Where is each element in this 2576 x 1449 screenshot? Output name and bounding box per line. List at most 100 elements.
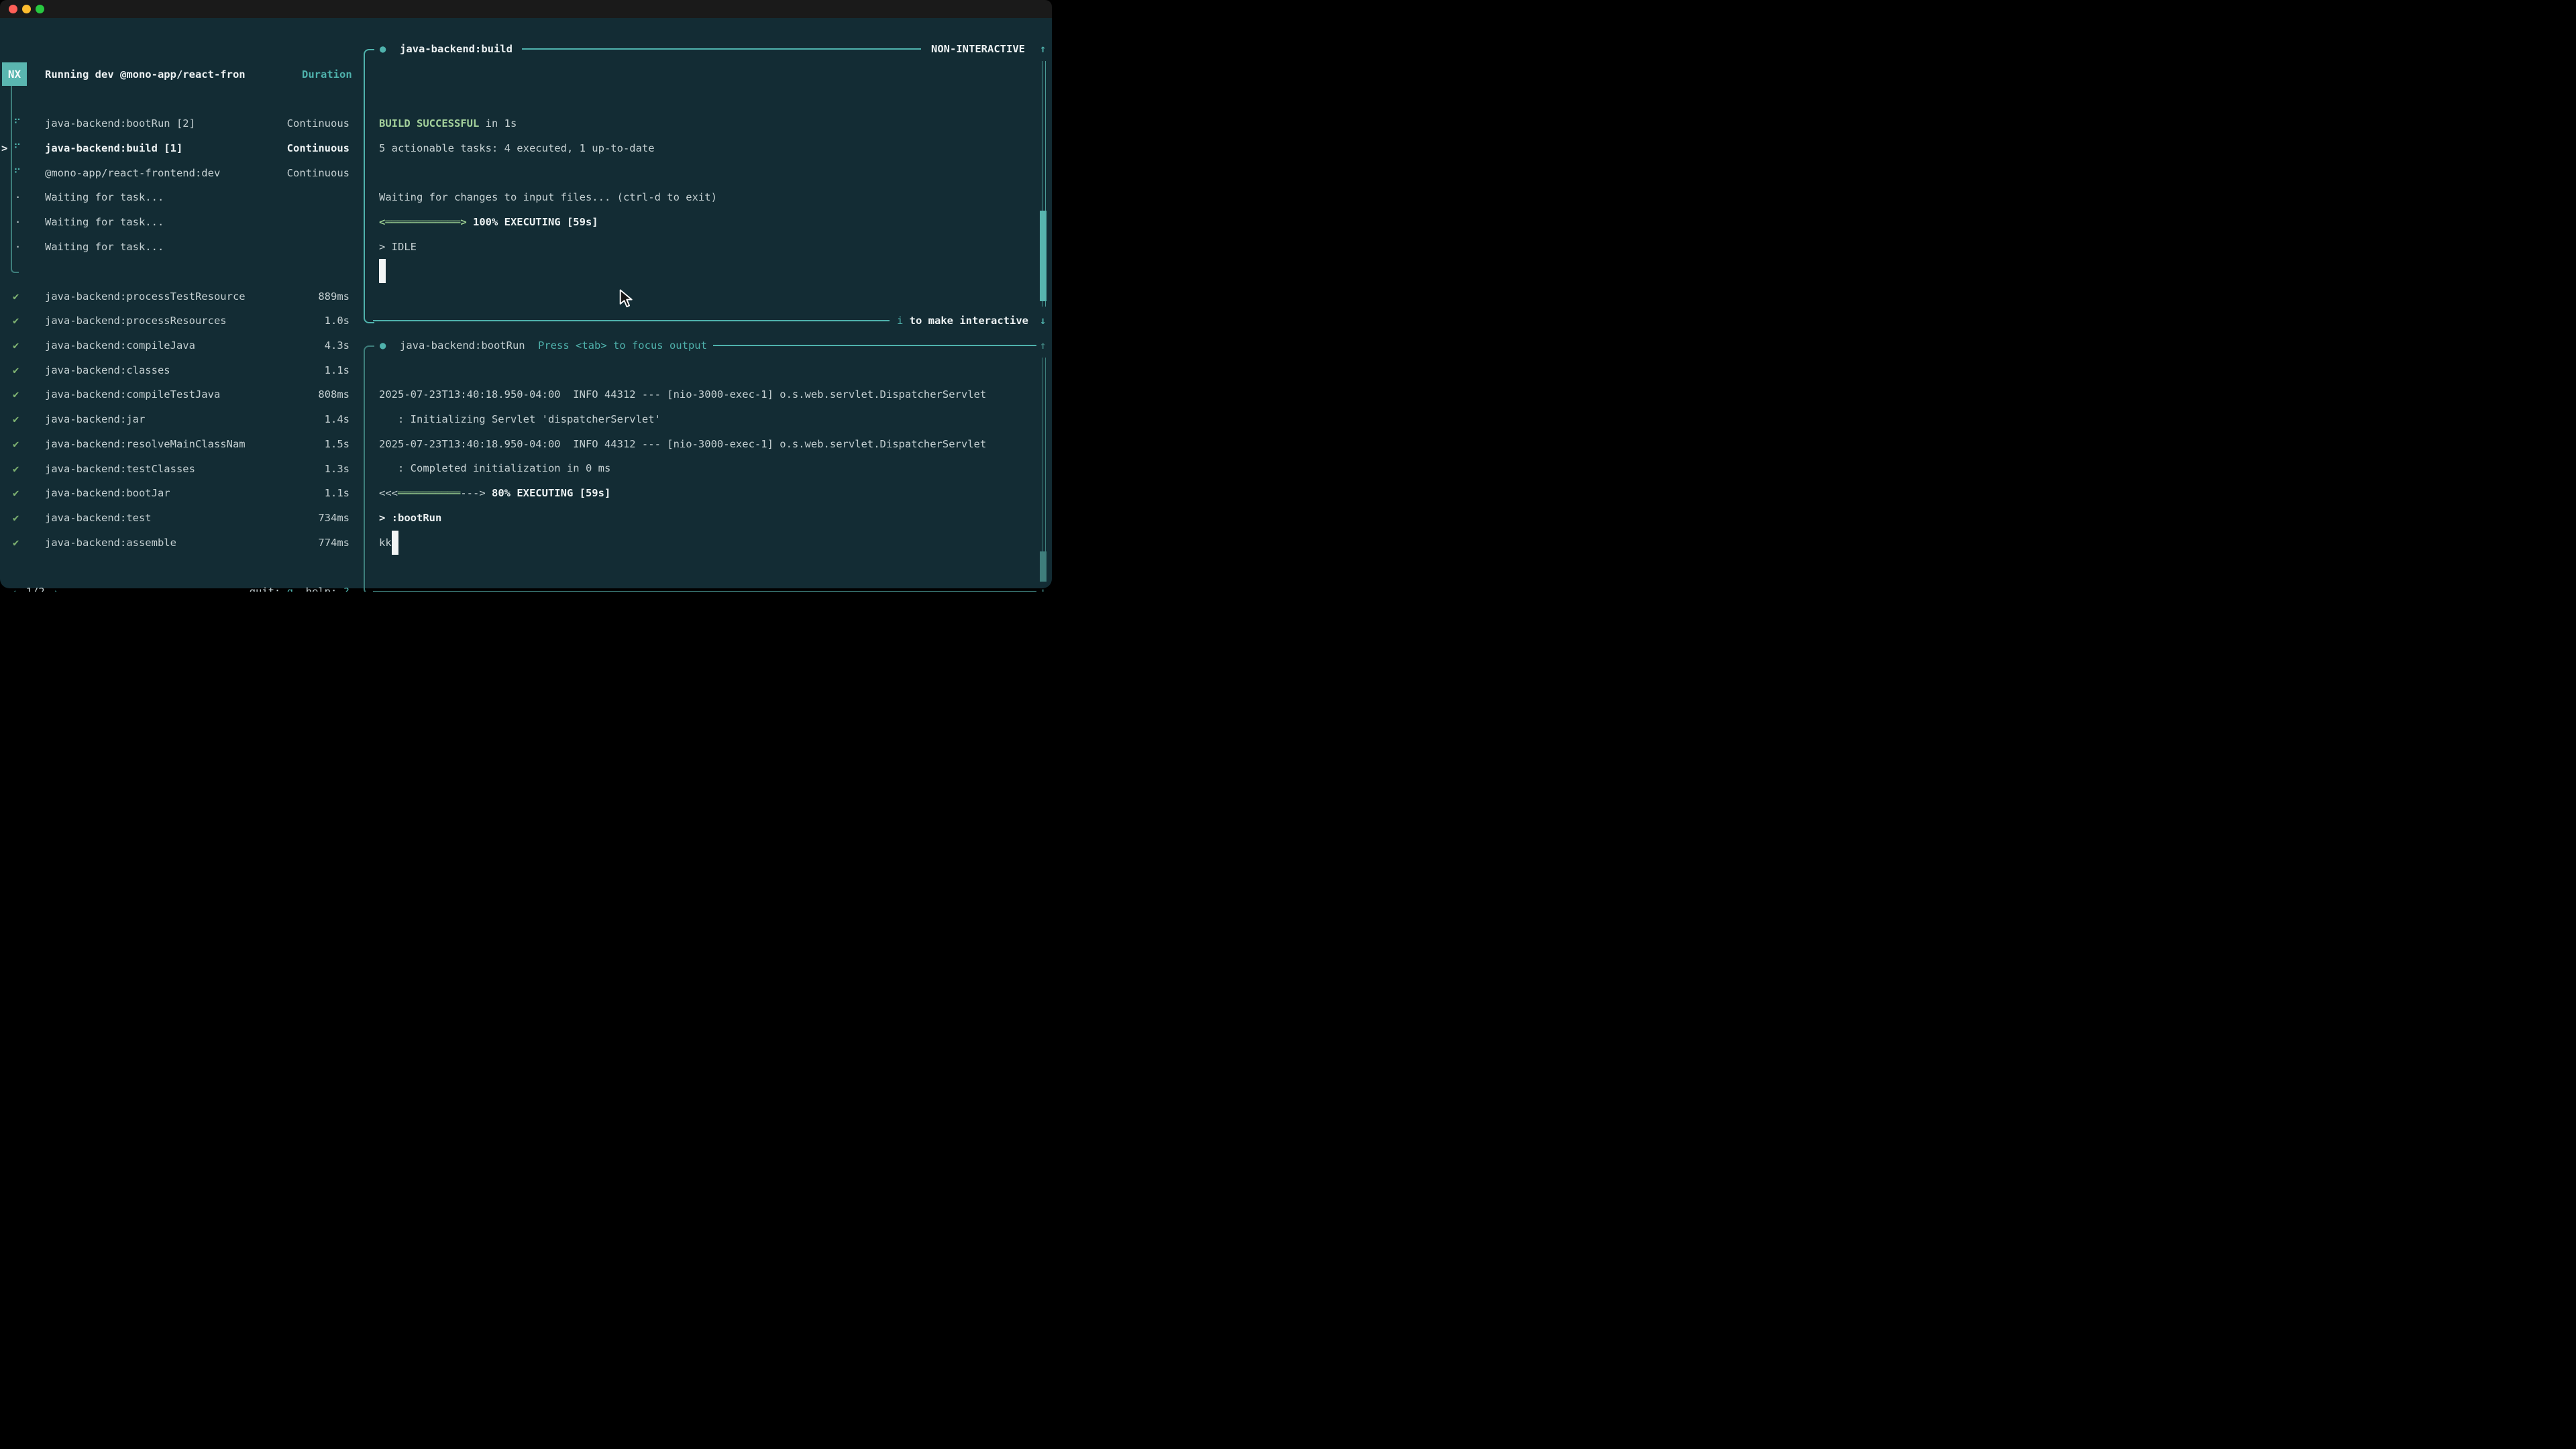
help-bar: quit: q help: ? bbox=[250, 580, 350, 592]
task-row[interactable]: java-backend:resolveMainClassNam bbox=[45, 432, 246, 457]
task-duration: 734ms bbox=[318, 506, 350, 531]
task-duration: 1.4s bbox=[325, 407, 350, 432]
progress-suffix: ---> bbox=[460, 487, 485, 499]
zoom-button[interactable] bbox=[36, 5, 44, 13]
running-dot-icon: ● bbox=[380, 333, 386, 358]
duration-column-header: Duration bbox=[302, 62, 352, 87]
check-icon: ✔ bbox=[13, 284, 19, 309]
bullet-icon: · bbox=[15, 210, 21, 235]
nx-logo: NX bbox=[2, 62, 27, 86]
progress-label: 80% EXECUTING [59s] bbox=[486, 487, 611, 499]
waiting-task-row: Waiting for task... bbox=[45, 235, 164, 260]
prev-page-arrow-icon[interactable]: ← bbox=[13, 586, 19, 592]
build-scrollbar-thumb[interactable] bbox=[1040, 211, 1046, 301]
scroll-up-icon[interactable]: ↑ bbox=[1040, 333, 1046, 358]
next-page-arrow-icon[interactable]: → bbox=[51, 586, 57, 592]
build-tasks-summary: 5 actionable tasks: 4 executed, 1 up-to-… bbox=[379, 136, 655, 161]
build-waiting-line: Waiting for changes to input files... (c… bbox=[379, 185, 717, 210]
task-status: Continuous bbox=[287, 111, 350, 136]
bootrun-scrollbar-track[interactable] bbox=[1042, 358, 1046, 582]
check-icon: ✔ bbox=[13, 358, 19, 383]
task-duration: 774ms bbox=[318, 531, 350, 555]
check-icon: ✔ bbox=[13, 333, 19, 358]
scroll-down-icon[interactable]: ↓ bbox=[1040, 309, 1046, 333]
task-duration: 1.1s bbox=[325, 481, 350, 506]
bootrun-prompt-line: > :bootRun bbox=[379, 506, 441, 531]
log-line: 2025-07-23T13:40:18.950-04:00 INFO 44312… bbox=[379, 432, 986, 457]
running-dot-icon: ● bbox=[380, 37, 386, 62]
help-label: help: bbox=[306, 586, 337, 592]
terminal-body: NX Running dev @mono-app/react-fron Dura… bbox=[0, 18, 1052, 588]
progress-label: 100% EXECUTING [59s] bbox=[467, 216, 598, 228]
waiting-task-row: Waiting for task... bbox=[45, 185, 164, 210]
task-row-build-selected[interactable]: java-backend:build [1] bbox=[45, 136, 182, 161]
bootrun-panel-bottom-line bbox=[373, 591, 1036, 592]
check-icon: ✔ bbox=[13, 506, 19, 531]
progress-bar: <════════════> bbox=[379, 216, 467, 228]
quit-key: q bbox=[287, 586, 293, 592]
task-row[interactable]: java-backend:compileTestJava bbox=[45, 382, 220, 407]
task-duration: 1.5s bbox=[325, 432, 350, 457]
pagination: ← 1/2 → bbox=[13, 580, 57, 592]
check-icon: ✔ bbox=[13, 457, 19, 482]
minimize-button[interactable] bbox=[22, 5, 31, 13]
bootrun-panel-border bbox=[364, 345, 374, 592]
build-panel-border bbox=[364, 49, 374, 323]
task-row-bootrun[interactable]: java-backend:bootRun [2] bbox=[45, 111, 195, 136]
check-icon: ✔ bbox=[13, 531, 19, 555]
log-line: : Initializing Servlet 'dispatcherServle… bbox=[379, 407, 661, 432]
task-row[interactable]: java-backend:compileJava bbox=[45, 333, 195, 358]
check-icon: ✔ bbox=[13, 309, 19, 333]
interactive-hint-text: to make interactive bbox=[903, 315, 1028, 327]
build-panel-header-line bbox=[522, 48, 921, 50]
focus-output-hint: Press <tab> to focus output bbox=[538, 333, 707, 358]
close-button[interactable] bbox=[9, 5, 17, 13]
build-terminal-cursor bbox=[379, 259, 386, 283]
spinner-icon: ⠋ bbox=[13, 136, 21, 161]
task-row[interactable]: java-backend:testClasses bbox=[45, 457, 195, 482]
help-key: ? bbox=[343, 586, 350, 592]
log-line: : Completed initialization in 0 ms bbox=[379, 456, 610, 481]
log-line: 2025-07-23T13:40:18.950-04:00 INFO 44312… bbox=[379, 382, 986, 407]
build-idle-line: > IDLE bbox=[379, 235, 417, 260]
check-icon: ✔ bbox=[13, 432, 19, 457]
bootrun-terminal-cursor bbox=[392, 531, 398, 555]
screen: NX Running dev @mono-app/react-fron Dura… bbox=[0, 0, 1052, 592]
progress-bar: ══════════ bbox=[398, 487, 460, 499]
spinner-icon: ⠋ bbox=[13, 161, 21, 186]
non-interactive-badge: NON-INTERACTIVE bbox=[931, 37, 1025, 62]
bullet-icon: · bbox=[15, 235, 21, 260]
selected-row-marker: > bbox=[1, 136, 7, 161]
task-status: Continuous bbox=[287, 161, 350, 186]
build-success-line: BUILD SUCCESSFUL in 1s bbox=[379, 111, 517, 136]
task-row[interactable]: java-backend:processTestResource bbox=[45, 284, 246, 309]
check-icon: ✔ bbox=[13, 407, 19, 432]
page-indicator: 1/2 bbox=[26, 586, 45, 592]
task-row[interactable]: java-backend:jar bbox=[45, 407, 145, 432]
task-row[interactable]: java-backend:test bbox=[45, 506, 152, 531]
quit-label: quit: bbox=[250, 586, 281, 592]
check-icon: ✔ bbox=[13, 382, 19, 407]
task-row[interactable]: java-backend:assemble bbox=[45, 531, 176, 555]
build-panel-bottom-line bbox=[373, 320, 890, 321]
bootrun-panel-header-line bbox=[713, 345, 1036, 346]
typed-input[interactable]: kk bbox=[379, 531, 392, 555]
task-row[interactable]: java-backend:bootJar bbox=[45, 481, 170, 506]
task-duration: 1.3s bbox=[325, 457, 350, 482]
bootrun-panel-title[interactable]: java-backend:bootRun bbox=[400, 333, 525, 358]
spinner-icon: ⠋ bbox=[13, 111, 21, 136]
task-duration: 808ms bbox=[318, 382, 350, 407]
scroll-up-icon[interactable]: ↑ bbox=[1040, 37, 1046, 62]
progress-prefix: <<< bbox=[379, 487, 398, 499]
interactive-hint-key: i bbox=[897, 315, 903, 327]
build-panel-title[interactable]: java-backend:build bbox=[400, 37, 513, 62]
bootrun-scrollbar-thumb[interactable] bbox=[1040, 551, 1046, 582]
task-duration: 889ms bbox=[318, 284, 350, 309]
task-duration: 4.3s bbox=[325, 333, 350, 358]
task-row-frontend-dev[interactable]: @mono-app/react-frontend:dev bbox=[45, 161, 220, 186]
build-progress-line: <════════════> 100% EXECUTING [59s] bbox=[379, 210, 598, 235]
bootrun-progress-line: <<<══════════---> 80% EXECUTING [59s] bbox=[379, 481, 610, 506]
build-successful-text: BUILD SUCCESSFUL bbox=[379, 117, 479, 129]
task-row[interactable]: java-backend:processResources bbox=[45, 309, 227, 333]
task-row[interactable]: java-backend:classes bbox=[45, 358, 170, 383]
